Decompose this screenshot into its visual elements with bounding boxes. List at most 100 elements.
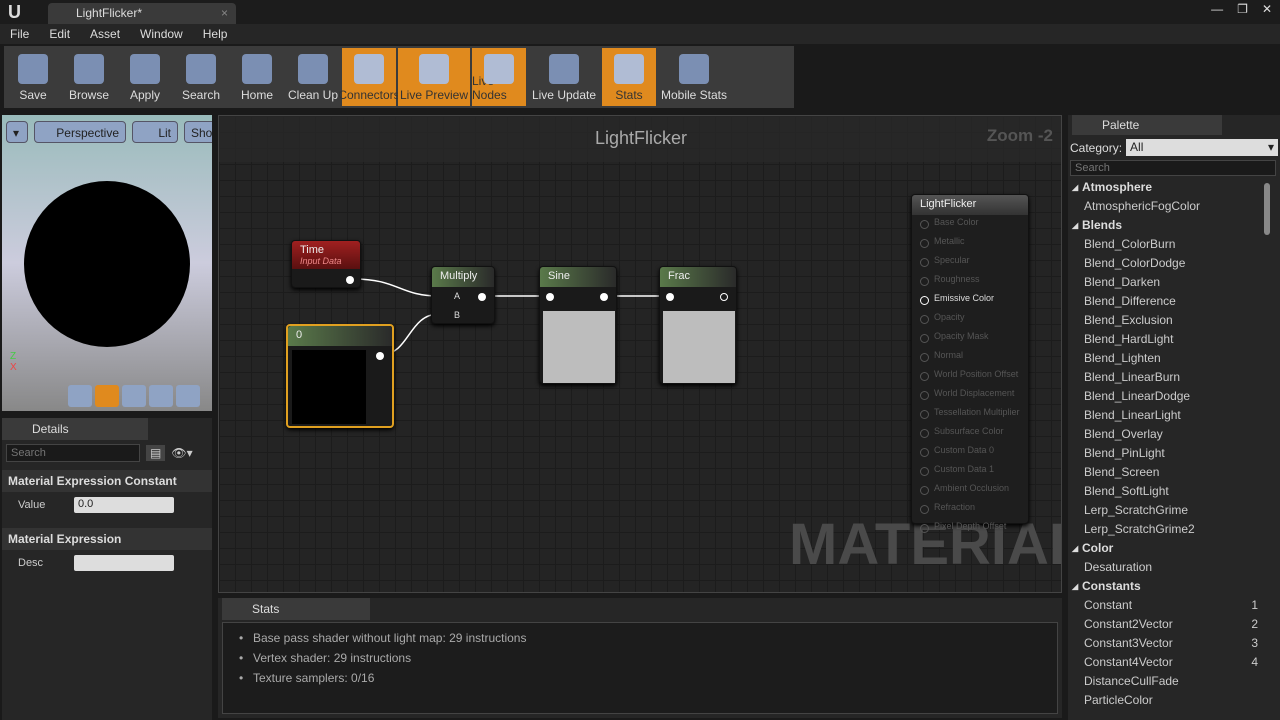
palette-item[interactable]: Blend_PinLight (1068, 444, 1280, 463)
minimize-icon[interactable]: — (1211, 2, 1223, 16)
apply-button[interactable]: Apply (118, 48, 172, 106)
palette-item[interactable]: Blend_ColorDodge (1068, 254, 1280, 273)
section-material-expression[interactable]: Material Expression (2, 528, 212, 550)
output-pin[interactable]: Specular (912, 253, 1028, 272)
clean-up-button[interactable]: Clean Up (286, 48, 340, 106)
save-button[interactable]: Save (6, 48, 60, 106)
close-window-icon[interactable]: ✕ (1262, 2, 1272, 16)
frac-output-pin[interactable] (720, 293, 728, 301)
sine-output-pin[interactable] (600, 293, 608, 301)
output-pin[interactable]: Opacity Mask (912, 329, 1028, 348)
output-pin[interactable]: Ambient Occlusion (912, 481, 1028, 500)
palette-item[interactable]: Lerp_ScratchGrime2 (1068, 520, 1280, 539)
category-select[interactable]: All ▾ (1126, 139, 1278, 156)
palette-item[interactable]: Blend_LinearLight (1068, 406, 1280, 425)
perspective-button[interactable]: Perspective (34, 121, 126, 143)
constant-node[interactable]: 0 (286, 324, 394, 428)
palette-item[interactable]: Lerp_ScratchGrime (1068, 501, 1280, 520)
lit-button[interactable]: Lit (132, 121, 178, 143)
palette-item[interactable]: Blend_SoftLight (1068, 482, 1280, 501)
palette-category[interactable]: Color (1068, 539, 1280, 558)
mobile-stats-button[interactable]: Mobile Stats (658, 48, 730, 106)
palette-item[interactable]: DistanceCullFade (1068, 672, 1280, 691)
output-pin[interactable]: Custom Data 1 (912, 462, 1028, 481)
output-pin[interactable]: Base Color (912, 215, 1028, 234)
plane-shape-button[interactable] (122, 385, 146, 407)
output-pin[interactable]: Subsurface Color (912, 424, 1028, 443)
palette-item[interactable]: Constant3Vector 3 (1068, 634, 1280, 653)
output-pin[interactable]: Roughness (912, 272, 1028, 291)
live-update-button[interactable]: Live Update (528, 48, 600, 106)
stats-button[interactable]: Stats (602, 48, 656, 106)
viewport-options-button[interactable]: ▾ (6, 121, 28, 143)
section-material-expression-constant[interactable]: Material Expression Constant (2, 470, 212, 492)
output-pin[interactable]: Emissive Color (912, 291, 1028, 310)
palette-item[interactable]: Blend_Overlay (1068, 425, 1280, 444)
palette-item[interactable]: Blend_Difference (1068, 292, 1280, 311)
preview-viewport[interactable]: ▾ Perspective Lit Sho ZX (2, 115, 212, 411)
material-graph[interactable]: LightFlicker Zoom -2 MATERIAL Time Input … (218, 115, 1062, 593)
search-button[interactable]: Search (174, 48, 228, 106)
property-matrix-icon[interactable]: ▤ (146, 445, 166, 461)
cube-shape-button[interactable] (149, 385, 173, 407)
desc-input[interactable] (74, 555, 174, 571)
palette-item[interactable]: Blend_LinearBurn (1068, 368, 1280, 387)
sine-node[interactable]: Sine (539, 266, 617, 384)
live-preview-button[interactable]: Live Preview (398, 48, 470, 106)
palette-item[interactable]: Blend_HardLight (1068, 330, 1280, 349)
palette-item[interactable]: Blend_Screen (1068, 463, 1280, 482)
palette-item[interactable]: Constant2Vector 2 (1068, 615, 1280, 634)
close-icon[interactable]: × (221, 6, 228, 20)
menu-file[interactable]: File (0, 24, 39, 44)
palette-item[interactable]: Blend_ColorBurn (1068, 235, 1280, 254)
stats-tab[interactable]: Stats (222, 598, 370, 620)
value-input[interactable]: 0.0 (74, 497, 174, 513)
details-search-input[interactable] (6, 444, 140, 462)
time-output-pin[interactable] (346, 276, 354, 284)
browse-button[interactable]: Browse (62, 48, 116, 106)
menu-edit[interactable]: Edit (39, 24, 80, 44)
constant-output-pin[interactable] (376, 352, 384, 360)
palette-item[interactable]: Blend_LinearDodge (1068, 387, 1280, 406)
output-pin[interactable]: Metallic (912, 234, 1028, 253)
menu-help[interactable]: Help (193, 24, 238, 44)
output-pin[interactable]: Custom Data 0 (912, 443, 1028, 462)
details-tab[interactable]: Details (2, 418, 148, 440)
frac-node[interactable]: Frac (659, 266, 737, 384)
sine-input-pin[interactable] (546, 293, 554, 301)
cylinder-shape-button[interactable] (68, 385, 92, 407)
home-button[interactable]: Home (230, 48, 284, 106)
custom-mesh-button[interactable] (176, 385, 200, 407)
live-nodes-button[interactable]: Live Nodes (472, 48, 526, 106)
palette-search-input[interactable] (1070, 160, 1276, 176)
frac-input-pin[interactable] (666, 293, 674, 301)
palette-category[interactable]: Blends (1068, 216, 1280, 235)
output-pin[interactable]: World Displacement (912, 386, 1028, 405)
output-pin[interactable]: Tessellation Multiplier (912, 405, 1028, 424)
palette-item[interactable]: Constant4Vector 4 (1068, 653, 1280, 672)
palette-category[interactable]: Constants (1068, 577, 1280, 596)
palette-category[interactable]: Atmosphere (1068, 178, 1280, 197)
menu-window[interactable]: Window (130, 24, 193, 44)
output-pin[interactable]: Refraction (912, 500, 1028, 519)
palette-item[interactable]: Blend_Darken (1068, 273, 1280, 292)
output-pin[interactable]: World Position Offset (912, 367, 1028, 386)
output-pin[interactable]: Pixel Depth Offset (912, 519, 1028, 538)
eye-icon[interactable]: 👁▾ (171, 446, 192, 460)
multiply-output-pin[interactable] (478, 293, 486, 301)
palette-tab[interactable]: Palette (1072, 115, 1222, 135)
sphere-shape-button[interactable] (95, 385, 119, 407)
show-button[interactable]: Sho (184, 121, 212, 143)
connectors-button[interactable]: Connectors (338, 48, 400, 106)
maximize-icon[interactable]: ❐ (1237, 2, 1248, 16)
time-node[interactable]: Time Input Data (291, 240, 361, 288)
output-pin[interactable]: Normal (912, 348, 1028, 367)
asset-tab[interactable]: LightFlicker* × (48, 3, 236, 24)
output-pin[interactable]: Opacity (912, 310, 1028, 329)
palette-item[interactable]: Constant 1 (1068, 596, 1280, 615)
scrollbar[interactable] (1264, 183, 1270, 235)
multiply-node[interactable]: Multiply A B (431, 266, 495, 324)
menu-asset[interactable]: Asset (80, 24, 130, 44)
palette-item[interactable]: Blend_Exclusion (1068, 311, 1280, 330)
palette-item[interactable]: ParticleColor (1068, 691, 1280, 710)
